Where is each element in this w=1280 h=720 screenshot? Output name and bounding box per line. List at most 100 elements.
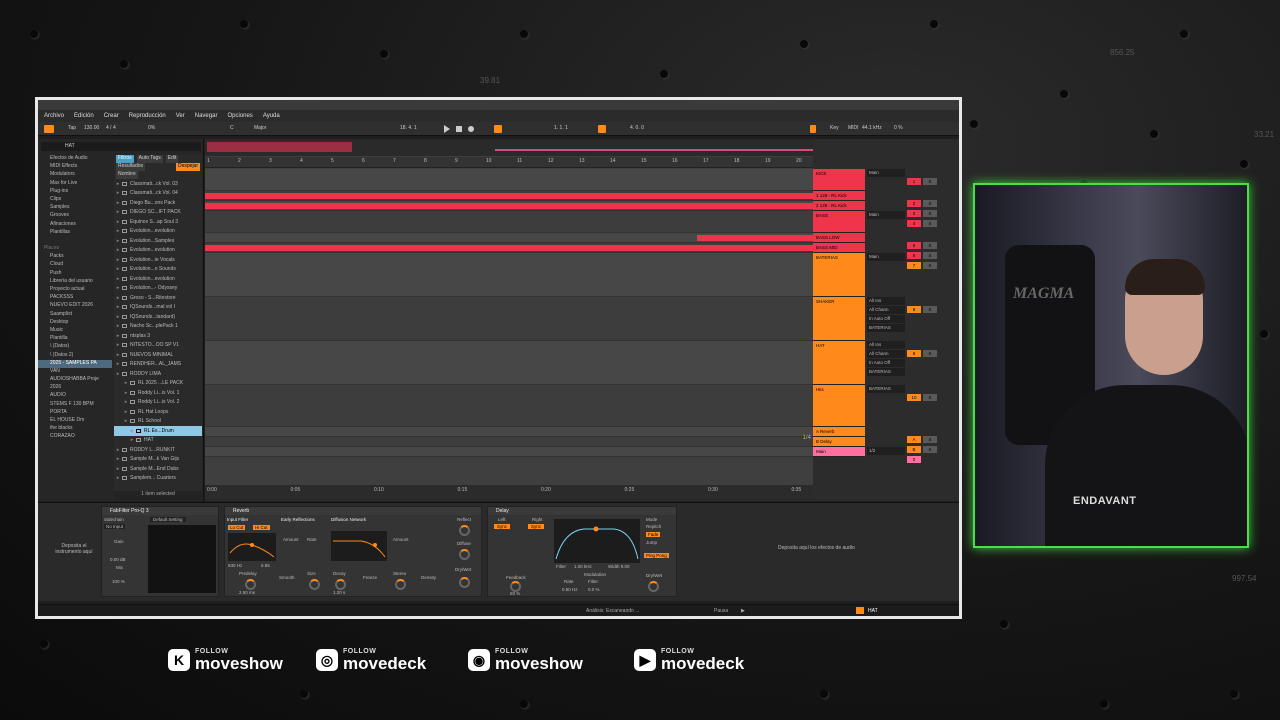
track-lane[interactable] bbox=[205, 385, 813, 427]
delay-drywet-knob[interactable] bbox=[648, 581, 659, 592]
io-selector[interactable]: In Auto Off bbox=[867, 359, 905, 367]
browser-search-input[interactable]: HAT bbox=[41, 142, 201, 151]
file-item[interactable]: ▸ Evolution...Samples bbox=[114, 236, 202, 246]
arrangement-overview[interactable] bbox=[205, 139, 925, 156]
expand-arrow-icon[interactable]: ▸ bbox=[114, 466, 122, 472]
key-map-button[interactable]: Key bbox=[830, 125, 839, 131]
track-activator[interactable]: 10 bbox=[907, 394, 921, 401]
expand-arrow-icon[interactable]: ▸ bbox=[128, 437, 136, 443]
tap-button[interactable]: Tap bbox=[68, 125, 76, 131]
mix-value[interactable]: 100 % bbox=[112, 579, 125, 584]
audio-clip[interactable] bbox=[205, 203, 813, 209]
predelay-knob[interactable] bbox=[245, 579, 256, 590]
file-item[interactable]: ▸ IQSounds...mal vol I bbox=[114, 303, 202, 313]
place-item[interactable]: Cloud bbox=[38, 261, 112, 269]
tempo-field[interactable]: 130.00 bbox=[84, 125, 99, 131]
menu-item-1[interactable]: Edición bbox=[74, 113, 94, 119]
decay-value[interactable]: 1.20 s bbox=[333, 590, 345, 595]
io-selector[interactable]: 1/2 bbox=[867, 447, 905, 455]
automation-arm-icon[interactable] bbox=[494, 125, 502, 133]
menu-item-2[interactable]: Crear bbox=[104, 113, 119, 119]
fabfilter-device[interactable]: FabFilter Pro-Q 3 Sidechain No Input Gai… bbox=[101, 506, 219, 597]
place-item[interactable]: PORTA bbox=[38, 409, 112, 417]
feedback-knob[interactable] bbox=[510, 581, 521, 592]
file-item[interactable]: ▸ Evolution...evolution bbox=[114, 246, 202, 256]
expand-arrow-icon[interactable]: ▸ bbox=[122, 390, 130, 396]
expand-arrow-icon[interactable]: ▸ bbox=[114, 314, 122, 320]
expand-arrow-icon[interactable]: ▸ bbox=[114, 266, 122, 272]
track-lane[interactable] bbox=[205, 191, 813, 201]
place-item[interactable]: Samples bbox=[38, 204, 112, 212]
gain-value[interactable]: 0.00 dB bbox=[110, 557, 126, 562]
expand-arrow-icon[interactable]: ▸ bbox=[114, 257, 122, 263]
solo-button[interactable]: S bbox=[923, 394, 937, 401]
record-icon[interactable] bbox=[468, 126, 474, 132]
place-item[interactable]: Modulators bbox=[38, 171, 112, 179]
track-header[interactable]: Hits bbox=[813, 385, 865, 427]
social-link[interactable]: ◎ FOLLOW movedeck bbox=[316, 648, 426, 672]
expand-arrow-icon[interactable]: ▸ bbox=[114, 352, 122, 358]
track-header[interactable]: HAT bbox=[813, 341, 865, 385]
file-item[interactable]: ▸ Equinox S...ap Soul 3 bbox=[114, 217, 202, 227]
file-item[interactable]: ▸ Sample M...End Dubs bbox=[114, 464, 202, 474]
expand-arrow-icon[interactable]: ▸ bbox=[122, 399, 130, 405]
groove-percent[interactable]: 0% bbox=[148, 125, 155, 131]
file-item[interactable]: ▸ Sample M...k Van Gijs bbox=[114, 455, 202, 465]
solo-button[interactable]: S bbox=[923, 350, 937, 357]
file-item[interactable]: ▸ Evolution...ie Vocals bbox=[114, 255, 202, 265]
place-item[interactable]: AUDIO bbox=[38, 392, 112, 400]
track-lane[interactable] bbox=[205, 233, 813, 243]
track-lane[interactable] bbox=[205, 437, 813, 447]
track-header[interactable]: BASS MID bbox=[813, 243, 865, 253]
place-item[interactable]: VAN bbox=[38, 368, 112, 376]
place-item[interactable]: \ (Datos 2) bbox=[38, 352, 112, 360]
place-item[interactable]: CORAZAO bbox=[38, 433, 112, 441]
track-activator[interactable]: 0 bbox=[907, 456, 921, 463]
file-item[interactable]: ▸ Groso - S...Ritestore bbox=[114, 293, 202, 303]
track-lanes[interactable] bbox=[205, 169, 813, 485]
file-item[interactable]: ▸ RODDY LIMA bbox=[114, 369, 202, 379]
expand-arrow-icon[interactable]: ▸ bbox=[114, 323, 122, 329]
place-item[interactable]: NUEVO EDIT 2026 bbox=[38, 302, 112, 310]
delay-device[interactable]: Delay Left Right Sync Sync Feedback 50 %… bbox=[487, 506, 677, 597]
stereo-knob[interactable] bbox=[395, 579, 406, 590]
sync-right-button[interactable]: Sync bbox=[528, 524, 545, 529]
diffusion-display[interactable] bbox=[331, 531, 387, 561]
place-item[interactable]: Efectos de Audio bbox=[38, 155, 112, 163]
expand-arrow-icon[interactable]: ▸ bbox=[114, 371, 122, 377]
scale-selector[interactable]: Major bbox=[254, 125, 267, 131]
lo-cut-button[interactable]: Lo Cut bbox=[228, 525, 246, 530]
solo-button[interactable]: S bbox=[923, 306, 937, 313]
file-item[interactable]: ▸ ntsplas 3 bbox=[114, 331, 202, 341]
file-item[interactable]: ▸ NITESTO...OO SP V1 bbox=[114, 341, 202, 351]
file-item[interactable]: ▸ RENDHER...AL_JAMS bbox=[114, 360, 202, 370]
file-item[interactable]: ▸ Samplem... Cuarters bbox=[114, 474, 202, 484]
file-item[interactable]: ▸ NUEVOS MINIMAL bbox=[114, 350, 202, 360]
place-item[interactable]: Push bbox=[38, 270, 112, 278]
expand-arrow-icon[interactable]: ▸ bbox=[122, 380, 130, 386]
file-item[interactable]: ▸ RL 2025 ...LE PACK bbox=[114, 379, 202, 389]
hi-cut-button[interactable]: Hi Cut bbox=[253, 525, 270, 530]
expand-arrow-icon[interactable]: ▸ bbox=[114, 361, 122, 367]
track-header[interactable]: 2 128 - RL Kick bbox=[813, 201, 865, 211]
delay-width-value[interactable]: Width 9.00 bbox=[608, 564, 630, 569]
beat-ruler[interactable]: 1 2 3 4 5 6 7 8 9 10 11 12 13 14 15 16 17 18 19 20 bbox=[205, 157, 813, 168]
filter-freq[interactable]: 830 Hz bbox=[228, 563, 242, 568]
solo-button[interactable]: S bbox=[923, 178, 937, 185]
file-item[interactable]: ▸ Evolution...o Sounds bbox=[114, 265, 202, 275]
file-item[interactable]: ▸ IQSounds...tandard) bbox=[114, 312, 202, 322]
track-activator[interactable]: 1 bbox=[907, 178, 921, 185]
io-selector[interactable]: BATERIAS bbox=[867, 368, 905, 376]
clear-button[interactable]: Despejar bbox=[175, 163, 200, 171]
expand-arrow-icon[interactable]: ▸ bbox=[122, 418, 130, 424]
file-item[interactable]: ▸ Classmati...ck Vol. 03 bbox=[114, 179, 202, 189]
file-item[interactable]: ▸ HAT bbox=[114, 436, 202, 446]
track-lane[interactable] bbox=[205, 243, 813, 253]
key-selector[interactable]: C bbox=[230, 125, 234, 131]
file-item[interactable]: ▸ RL School bbox=[114, 417, 202, 427]
edit-button[interactable]: Edit bbox=[165, 155, 179, 163]
place-item[interactable]: Afinaciones bbox=[38, 221, 112, 229]
place-item[interactable]: \ (Datos) bbox=[38, 343, 112, 351]
track-lane[interactable] bbox=[205, 447, 813, 457]
track-lane[interactable] bbox=[205, 211, 813, 233]
